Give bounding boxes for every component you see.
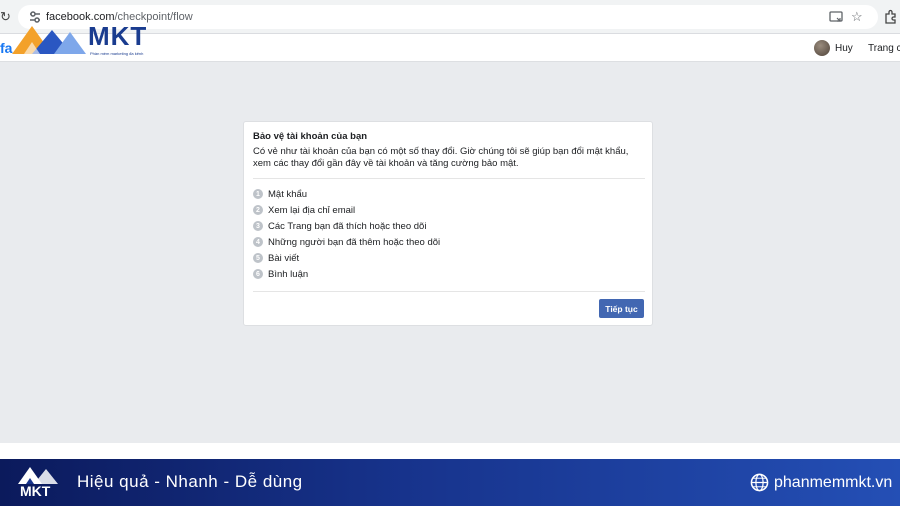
cast-icon[interactable] (829, 10, 843, 24)
dialog-description: Có vẻ như tài khoản của bạn có một số th… (253, 146, 629, 169)
step-label: Xem lại địa chỉ email (268, 204, 356, 216)
step-number: 4 (253, 237, 263, 247)
step-item: 4 Những người bạn đã thêm hoặc theo dõi (253, 234, 440, 250)
mkt-footer-logo: MKT (14, 463, 64, 503)
continue-button[interactable]: Tiếp tục (599, 299, 644, 318)
mkt-footer-logo-text: MKT (20, 483, 51, 499)
step-number: 3 (253, 221, 263, 231)
divider (253, 291, 645, 292)
profile-link[interactable]: Huy (814, 39, 853, 57)
step-number: 6 (253, 269, 263, 279)
mkt-logo-subtitle: Phần mềm marketing đa kênh (90, 51, 144, 56)
step-label: Những người bạn đã thêm hoặc theo dõi (268, 236, 441, 248)
home-link[interactable]: Trang c (868, 43, 900, 54)
step-item: 2 Xem lại địa chỉ email (253, 202, 440, 218)
step-label: Bài viết (268, 252, 300, 264)
steps-list: 1 Mật khẩu 2 Xem lại địa chỉ email 3 Các Tr… (253, 186, 440, 282)
mkt-footer-mountain-icon (18, 467, 58, 484)
step-label: Các Trang bạn đã thích hoặc theo dõi (268, 220, 427, 232)
step-item: 5 Bài viết (253, 250, 440, 266)
step-number: 5 (253, 253, 263, 263)
step-number: 2 (253, 205, 263, 215)
mkt-promo-banner: MKT Hiệu quả - Nhanh - Dễ dùng phanmemmk… (0, 459, 900, 506)
bookmark-star-icon[interactable]: ☆ (851, 8, 863, 26)
step-number: 1 (253, 189, 263, 199)
step-label: Mật khẩu (268, 188, 308, 200)
step-label: Bình luận (268, 268, 309, 280)
user-name: Huy (835, 42, 853, 54)
dialog-title: Bảo vệ tài khoản của bạn (253, 131, 368, 142)
divider (253, 178, 645, 179)
website-url: phanmemmkt.vn (774, 473, 893, 491)
page-bottom-strip (0, 443, 900, 459)
step-item: 3 Các Trang bạn đã thích hoặc theo dõi (253, 218, 440, 234)
slogan: Hiệu quả - Nhanh - Dễ dùng (77, 472, 303, 491)
step-item: 6 Bình luận (253, 266, 440, 282)
extensions-icon[interactable] (884, 9, 898, 25)
mkt-logo-text: MKT (88, 21, 148, 51)
website-label: phanmemmkt.vn (750, 473, 892, 492)
avatar (814, 40, 830, 56)
protect-account-dialog: Bảo vệ tài khoản của bạn Có vẻ như tài k… (243, 121, 653, 326)
step-item: 1 Mật khẩu (253, 186, 440, 202)
globe-icon (750, 473, 769, 492)
